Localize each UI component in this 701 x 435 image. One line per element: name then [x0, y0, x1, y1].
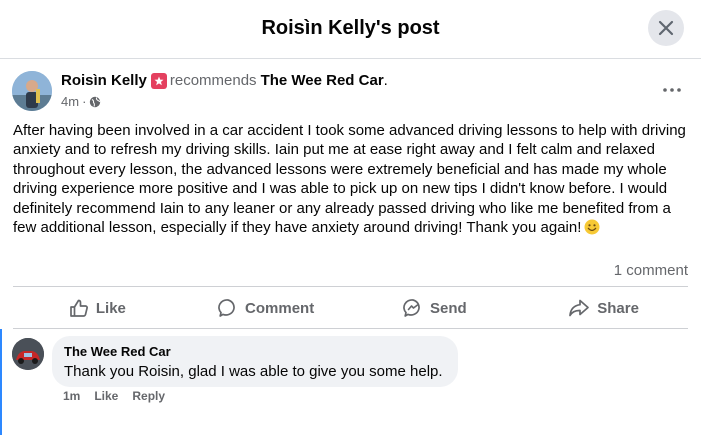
share-icon — [569, 299, 590, 317]
send-icon — [403, 299, 420, 317]
comment-reply-link[interactable]: Reply — [132, 389, 165, 403]
more-options-button[interactable] — [660, 80, 684, 100]
divider — [13, 286, 688, 287]
send-label: Send — [430, 299, 467, 317]
like-label: Like — [95, 299, 126, 317]
post-time[interactable]: 4m — [61, 94, 79, 109]
comment-author[interactable]: The Wee Red Car — [64, 344, 446, 360]
comment-label: Comment — [245, 299, 315, 317]
post-author-line: Roisìn Kelly recommends The Wee Red Car. — [61, 72, 388, 89]
share-label: Share — [597, 299, 639, 317]
comment-icon — [218, 299, 235, 317]
more-icon — [663, 88, 681, 92]
post-action-bar: Like Comment Send Share — [13, 291, 688, 325]
post-meta: 4m · — [61, 94, 101, 109]
star-badge-icon — [150, 72, 167, 89]
share-button[interactable]: Share — [519, 291, 688, 325]
comment-bubble: The Wee Red Car Thank you Roisin, glad I… — [52, 336, 458, 387]
comment-thread-indicator — [0, 329, 2, 435]
author-name[interactable]: Roisìn Kelly — [61, 72, 147, 89]
comment-like-link[interactable]: Like — [94, 389, 118, 403]
comment-time[interactable]: 1m — [63, 389, 80, 403]
recommended-page-link[interactable]: The Wee Red Car — [261, 72, 384, 89]
send-button[interactable]: Send — [351, 291, 520, 325]
comment-count-link[interactable]: 1 comment — [614, 262, 688, 279]
author-avatar-image — [12, 71, 52, 111]
like-button[interactable]: Like — [13, 291, 182, 325]
comment-button[interactable]: Comment — [182, 291, 351, 325]
like-icon — [70, 299, 88, 317]
smile-emoji-icon — [584, 219, 600, 240]
comment-meta: 1m Like Reply — [63, 389, 165, 403]
dialog-header: Roisìn Kelly's post — [0, 0, 701, 59]
close-icon — [658, 20, 674, 36]
commenter-avatar-image — [12, 338, 44, 370]
close-button[interactable] — [648, 10, 684, 46]
post-text: After having been involved in a car acci… — [13, 121, 689, 240]
meta-separator: · — [82, 94, 87, 109]
commenter-avatar[interactable] — [12, 338, 44, 370]
divider — [13, 328, 688, 329]
recommends-text: recommends — [169, 72, 257, 89]
dialog-title: Roisìn Kelly's post — [261, 17, 440, 39]
author-avatar[interactable] — [12, 71, 52, 111]
comment-text: Thank you Roisin, glad I was able to giv… — [64, 363, 443, 380]
period-text: . — [383, 72, 388, 89]
globe-icon — [90, 96, 101, 107]
